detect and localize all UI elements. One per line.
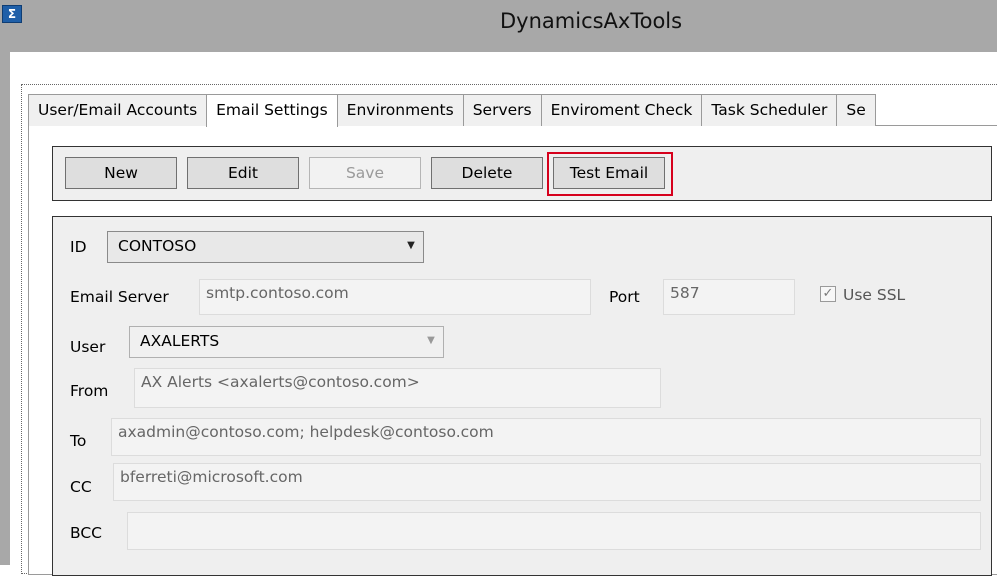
from-label: From bbox=[70, 382, 109, 400]
user-value: AXALERTS bbox=[140, 332, 220, 350]
bcc-field[interactable] bbox=[127, 512, 981, 550]
tab-enviroment-check[interactable]: Enviroment Check bbox=[540, 94, 703, 126]
tab-environments[interactable]: Environments bbox=[336, 94, 464, 126]
user-label: User bbox=[70, 338, 106, 356]
port-label: Port bbox=[609, 288, 640, 306]
to-field[interactable]: axadmin@contoso.com; helpdesk@contoso.co… bbox=[111, 418, 981, 456]
email-server-label: Email Server bbox=[70, 288, 169, 306]
save-button[interactable]: Save bbox=[309, 157, 421, 189]
window-left-border bbox=[0, 52, 10, 565]
chevron-down-icon[interactable]: ▼ bbox=[399, 232, 423, 262]
email-server-field[interactable]: smtp.contoso.com bbox=[199, 279, 591, 315]
cc-label: CC bbox=[70, 478, 92, 496]
window-title: DynamicsAxTools bbox=[500, 9, 683, 33]
user-combobox[interactable]: AXALERTS ▼ bbox=[129, 326, 444, 358]
powershell-icon: Σ bbox=[2, 5, 22, 23]
new-button[interactable]: New bbox=[65, 157, 177, 189]
tab-servers[interactable]: Servers bbox=[462, 94, 542, 126]
id-combobox[interactable]: CONTOSO ▼ bbox=[107, 231, 424, 263]
tab-settings[interactable]: Se bbox=[836, 94, 876, 126]
to-label: To bbox=[70, 432, 87, 450]
use-ssl-label: Use SSL bbox=[843, 286, 906, 304]
tab-strip: User/Email Accounts Email Settings Envir… bbox=[28, 94, 876, 127]
use-ssl-checkbox[interactable]: ✓ bbox=[820, 286, 836, 302]
test-email-button[interactable]: Test Email bbox=[553, 157, 665, 189]
id-label: ID bbox=[70, 238, 87, 256]
delete-button[interactable]: Delete bbox=[431, 157, 543, 189]
port-field[interactable]: 587 bbox=[663, 279, 795, 315]
tab-user-email-accounts[interactable]: User/Email Accounts bbox=[28, 94, 208, 126]
cc-field[interactable]: bferreti@microsoft.com bbox=[113, 463, 981, 501]
edit-button[interactable]: Edit bbox=[187, 157, 299, 189]
tab-email-settings[interactable]: Email Settings bbox=[206, 94, 338, 127]
chevron-down-icon[interactable]: ▼ bbox=[419, 327, 443, 357]
id-value: CONTOSO bbox=[118, 237, 197, 255]
from-field[interactable]: AX Alerts <axalerts@contoso.com> bbox=[134, 368, 661, 408]
tab-task-scheduler[interactable]: Task Scheduler bbox=[701, 94, 838, 126]
bcc-label: BCC bbox=[70, 524, 103, 542]
